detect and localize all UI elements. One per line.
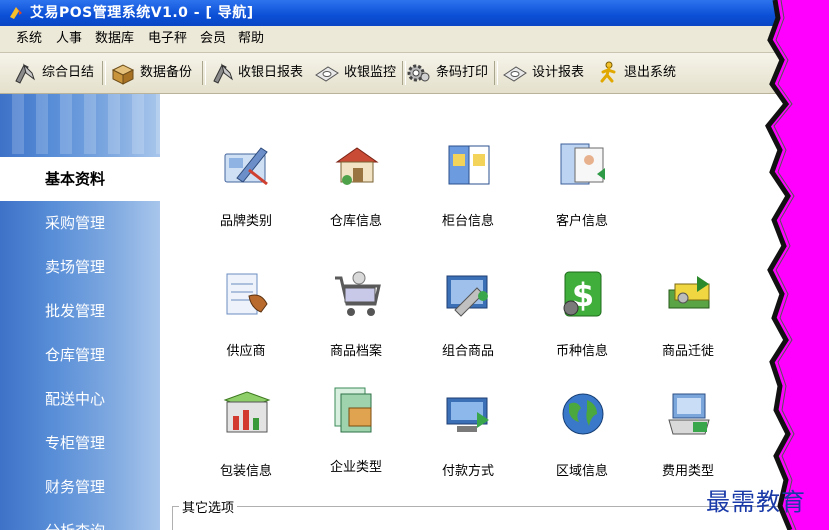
torn-paper-edge	[765, 0, 829, 530]
watermark-text: 最需教育	[706, 488, 806, 516]
